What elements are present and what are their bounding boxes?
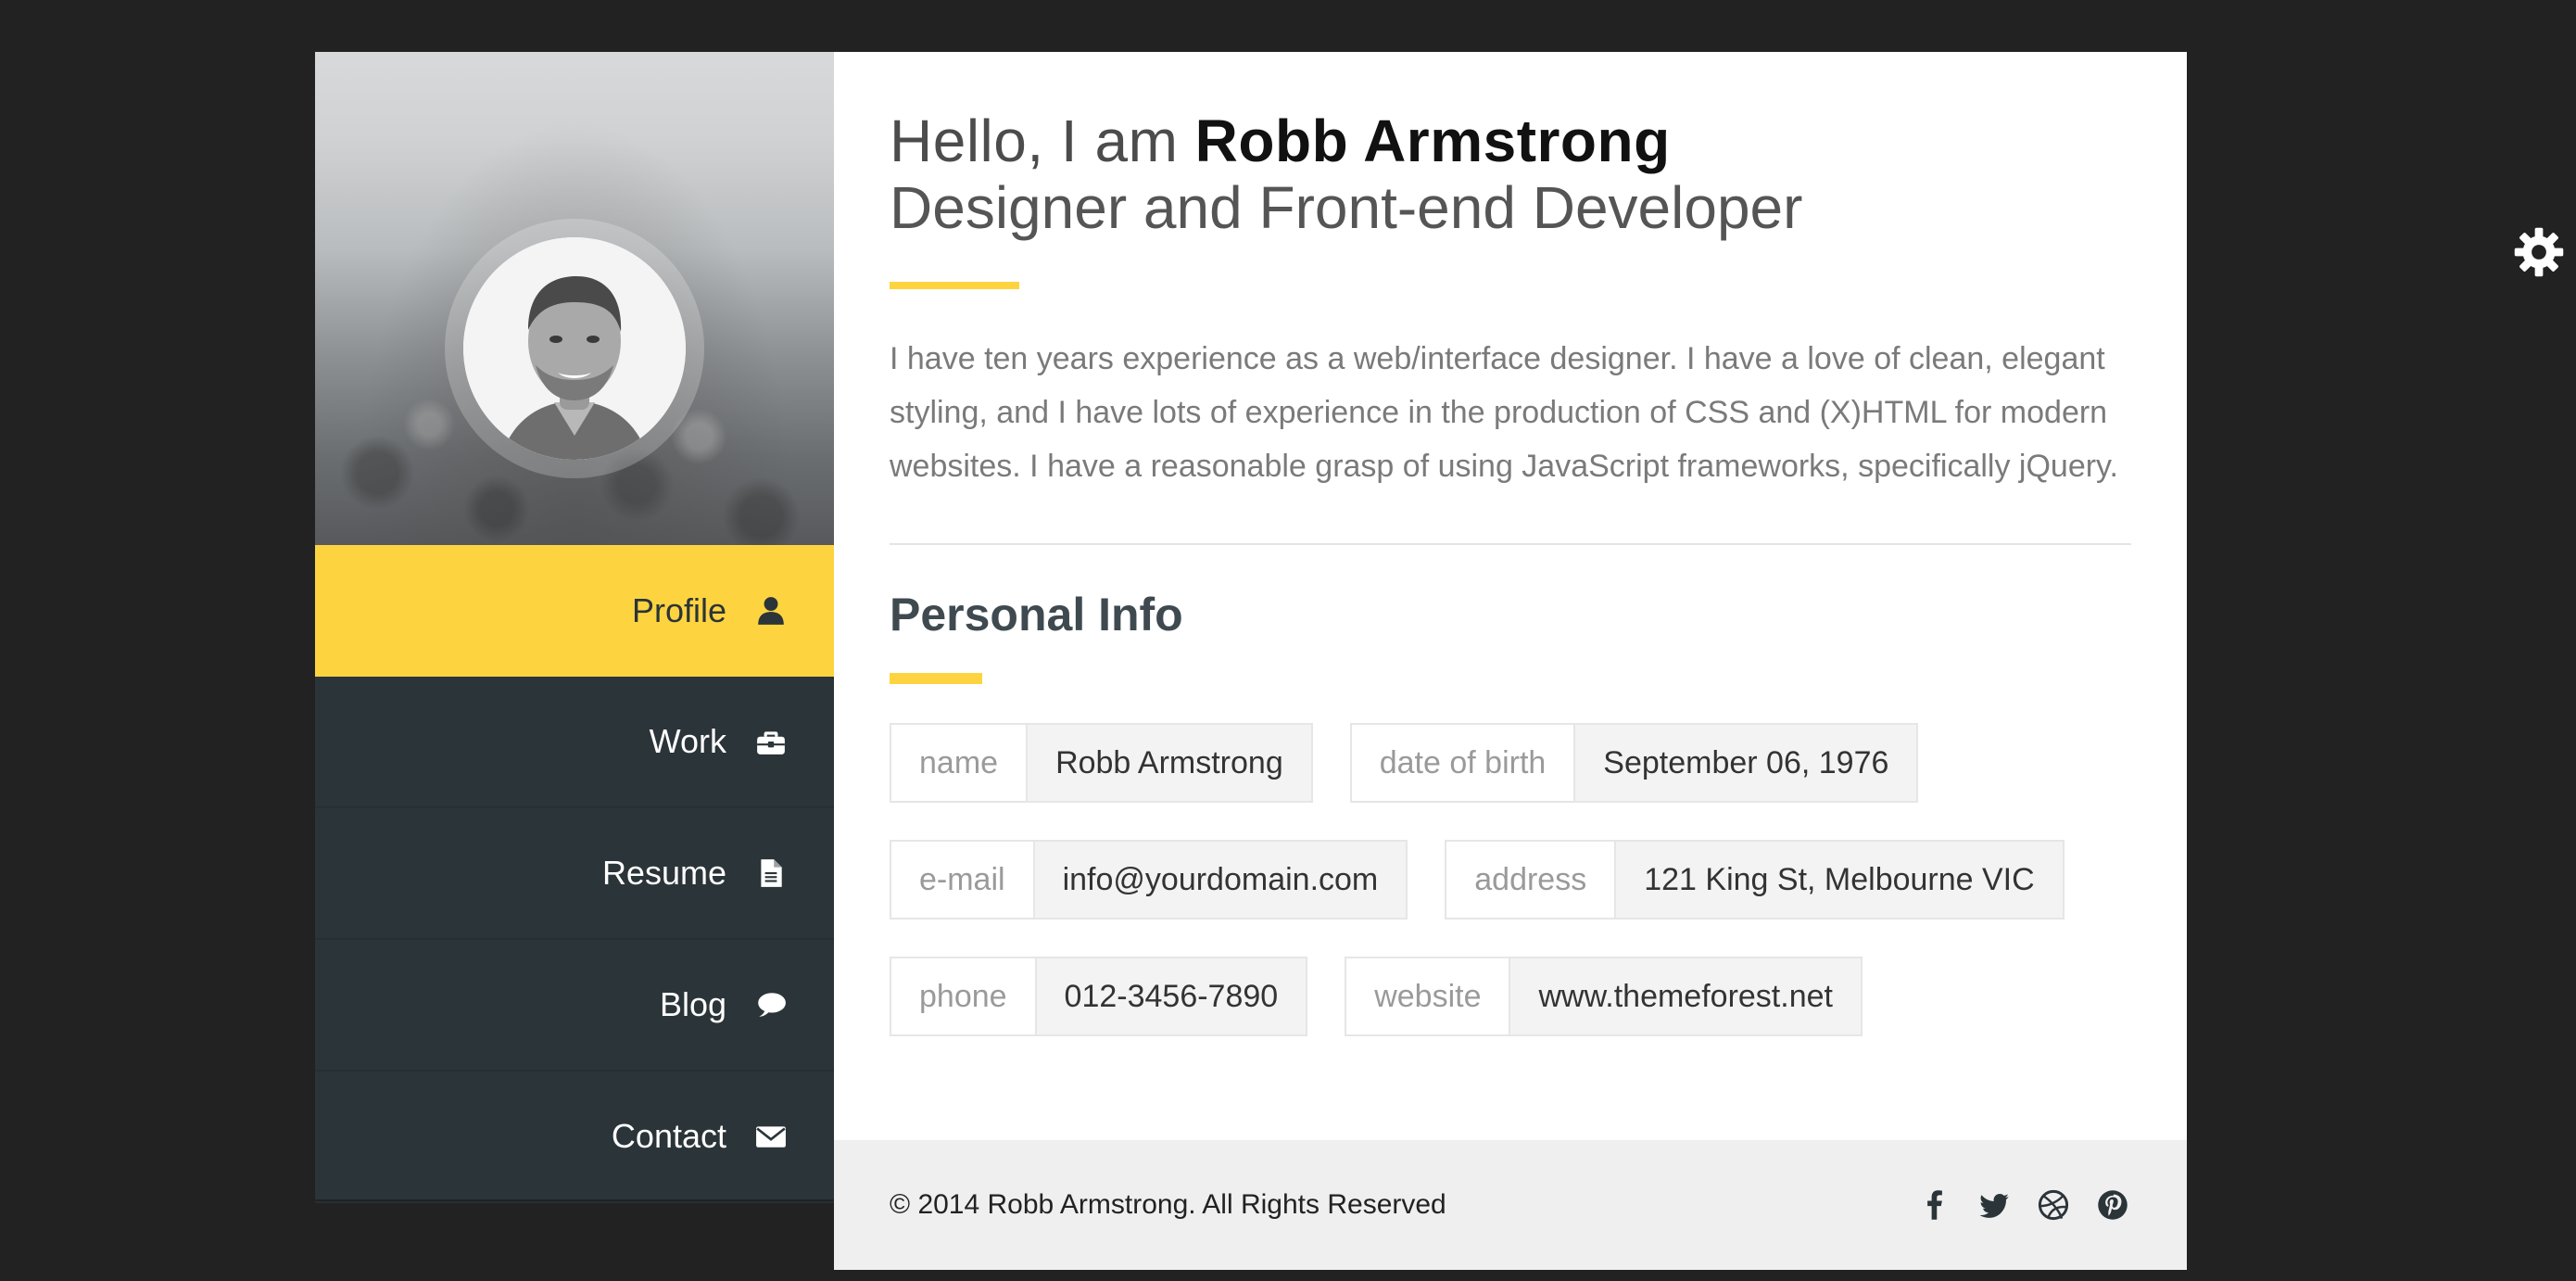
info-value: Robb Armstrong — [1026, 723, 1313, 803]
info-row: name Robb Armstrong date of birth Septem… — [890, 723, 2131, 803]
personal-info-grid: name Robb Armstrong date of birth Septem… — [890, 723, 2131, 1036]
info-key: date of birth — [1349, 723, 1574, 803]
info-field-name: name Robb Armstrong — [890, 723, 1313, 803]
avatar — [463, 237, 686, 460]
info-key: phone — [890, 957, 1035, 1036]
envelope-icon — [754, 1120, 788, 1153]
info-key: e-mail — [890, 840, 1033, 920]
info-field-phone: phone 012-3456-7890 — [890, 957, 1308, 1036]
info-field-date-of-birth: date of birth September 06, 1976 — [1349, 723, 1919, 803]
profile-header-photo — [315, 52, 834, 545]
page-title: Hello, I am Robb Armstrong — [890, 108, 2131, 174]
briefcase-icon — [754, 725, 788, 758]
nav-item-profile[interactable]: Profile — [315, 545, 834, 677]
info-value: www.themeforest.net — [1509, 957, 1863, 1036]
info-value: 012-3456-7890 — [1034, 957, 1308, 1036]
info-field-email: e-mail info@yourdomain.com — [890, 840, 1408, 920]
facebook-icon[interactable] — [1916, 1186, 1953, 1224]
nav-item-label: Profile — [631, 591, 726, 629]
pinterest-icon[interactable] — [2094, 1186, 2131, 1224]
nav-item-label: Work — [649, 722, 726, 760]
job-title: Designer and Front-end Developer — [890, 174, 1803, 241]
speech-bubble-icon — [754, 988, 788, 1021]
nav-item-blog[interactable]: Blog — [315, 940, 834, 1072]
info-row: phone 012-3456-7890 website www.themefor… — [890, 957, 2131, 1036]
info-row: e-mail info@yourdomain.com address 121 K… — [890, 840, 2131, 920]
info-value: info@yourdomain.com — [1032, 840, 1408, 920]
info-field-website: website www.themeforest.net — [1345, 957, 1863, 1036]
greeting-text: Hello, I am — [890, 108, 1195, 174]
sidebar-nav: Profile Work Resume Blog Contact — [315, 545, 834, 1203]
nav-item-resume[interactable]: Resume — [315, 808, 834, 940]
bio-text: I have ten years experience as a web/int… — [890, 341, 2118, 484]
gear-icon[interactable] — [2513, 226, 2565, 278]
nav-item-label: Contact — [611, 1117, 726, 1155]
social-links — [1894, 1186, 2131, 1224]
info-key: name — [890, 723, 1027, 803]
twitter-icon[interactable] — [1976, 1186, 2013, 1224]
user-icon — [754, 594, 788, 628]
avatar-portrait-icon — [463, 237, 686, 460]
main-content: Hello, I am Robb Armstrong Designer and … — [834, 52, 2187, 1140]
nav-item-contact[interactable]: Contact — [315, 1072, 834, 1203]
sidebar: Profile Work Resume Blog Contact — [315, 52, 834, 1203]
accent-underline — [890, 282, 1019, 289]
nav-item-label: Resume — [601, 854, 726, 892]
info-value: September 06, 1976 — [1573, 723, 1919, 803]
section-accent-underline — [890, 673, 982, 684]
section-title-personal-info: Personal Info — [890, 589, 1183, 640]
info-value: 121 King St, Melbourne VIC — [1614, 840, 2065, 920]
page: Profile Work Resume Blog Contact Hello, … — [0, 0, 2576, 1281]
dribbble-icon[interactable] — [2035, 1186, 2072, 1224]
nav-item-label: Blog — [659, 985, 726, 1023]
info-key: website — [1345, 957, 1509, 1036]
info-key: address — [1445, 840, 1615, 920]
info-field-address: address 121 King St, Melbourne VIC — [1445, 840, 2065, 920]
nav-item-work[interactable]: Work — [315, 677, 834, 808]
document-icon — [754, 856, 788, 890]
divider — [890, 543, 2131, 545]
copyright-text: © 2014 Robb Armstrong. All Rights Reserv… — [890, 1189, 1446, 1220]
person-name: Robb Armstrong — [1194, 108, 1671, 174]
footer: © 2014 Robb Armstrong. All Rights Reserv… — [834, 1140, 2187, 1270]
